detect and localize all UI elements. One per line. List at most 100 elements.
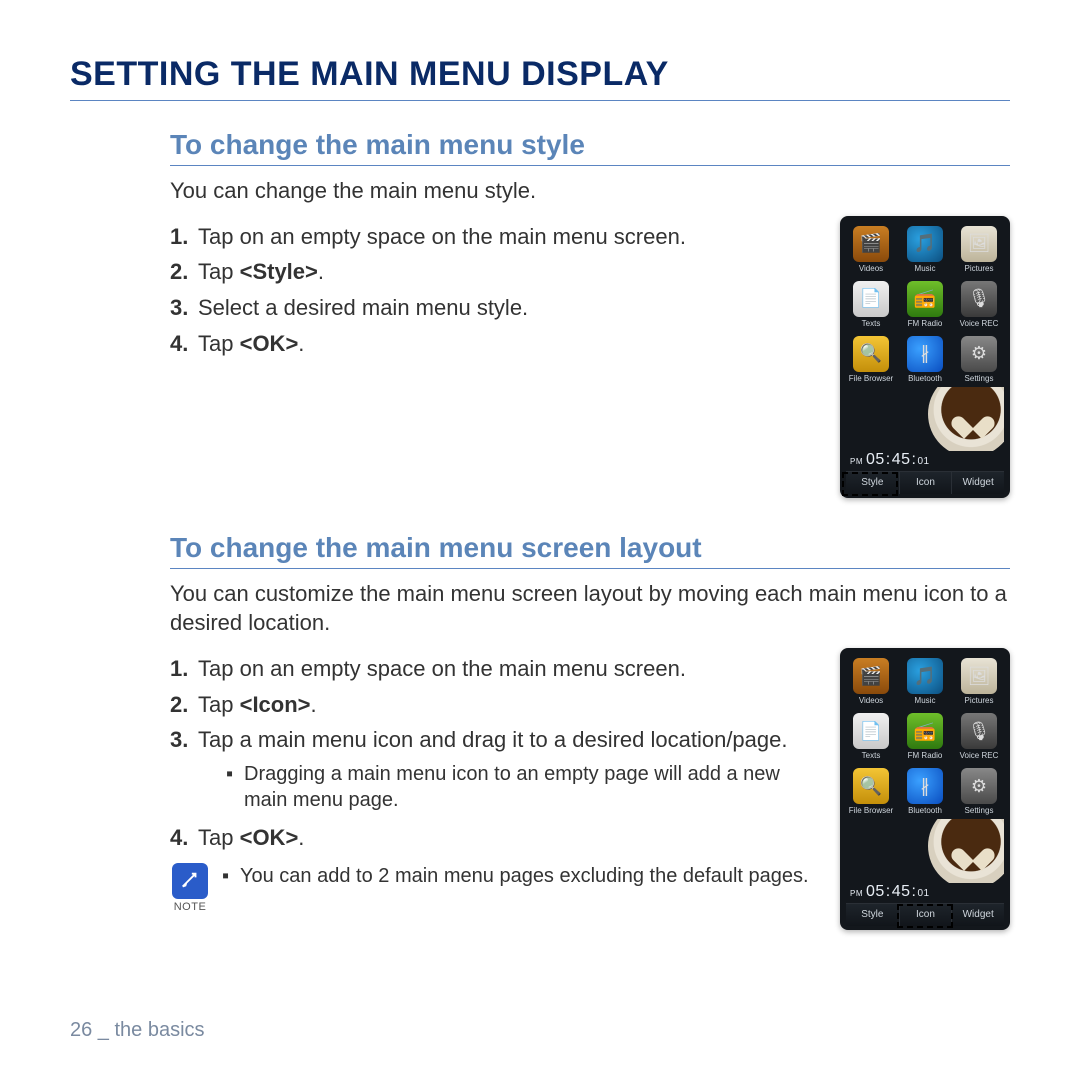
app-label: Bluetooth <box>908 806 942 815</box>
app-fmradio[interactable]: 📻 FM Radio <box>900 711 950 762</box>
section2-intro: You can customize the main menu screen l… <box>170 579 1010 638</box>
page-title: SETTING THE MAIN MENU DISPLAY <box>70 55 1010 101</box>
section2-step3-sub: Dragging a main menu icon to an empty pa… <box>226 761 816 813</box>
clock-ampm: PM <box>850 889 863 898</box>
section1-steps: Tap on an empty space on the main menu s… <box>170 222 816 359</box>
app-settings[interactable]: ⚙Settings <box>954 334 1004 385</box>
app-pictures[interactable]: 🖼 Pictures <box>954 224 1004 275</box>
app-label: Bluetooth <box>908 374 942 383</box>
app-label: FM Radio <box>908 319 943 328</box>
tab-widget[interactable]: Widget <box>951 904 1004 926</box>
section1-row: Tap on an empty space on the main menu s… <box>170 216 1010 498</box>
tab-icon[interactable]: Icon <box>899 472 952 494</box>
section1-text: Tap on an empty space on the main menu s… <box>170 216 816 365</box>
app-settings[interactable]: ⚙Settings <box>954 766 1004 817</box>
app-voicerec[interactable]: 🎙Voice REC <box>954 279 1004 330</box>
app-videos[interactable]: 🎬Videos <box>846 656 896 707</box>
app-fmradio[interactable]: 📻FM Radio <box>900 279 950 330</box>
device-mock-style: 🎬 Videos 🎵 Music 🖼 Pictures 📄 Texts 📻FM Radi… <box>840 216 1010 498</box>
videos-icon: 🎬 <box>853 226 889 262</box>
footer-sep: _ <box>92 1019 114 1041</box>
note-badge: NOTE <box>170 863 210 913</box>
section2-heading: To change the main menu screen layout <box>170 532 1010 569</box>
filebrowser-icon: 🔍 <box>853 768 889 804</box>
device-grid: 🎬Videos 🎵 Music 🖼Pictures 📄Texts 📻 FM Radi… <box>846 656 1004 817</box>
device-grid: 🎬 Videos 🎵 Music 🖼 Pictures 📄 Texts 📻FM Radi… <box>846 224 1004 385</box>
app-label: File Browser <box>849 374 893 383</box>
heart-icon <box>960 407 986 431</box>
app-videos[interactable]: 🎬 Videos <box>846 224 896 275</box>
app-voicerec[interactable]: 🎙Voice REC <box>954 711 1004 762</box>
tab-style[interactable]: Style <box>846 472 899 494</box>
app-label: Videos <box>859 264 883 273</box>
device-tabs: Style Icon Widget <box>846 903 1004 926</box>
device-clock: PM 05:45:01 <box>846 883 1004 903</box>
content-area: To change the main menu style You can ch… <box>70 129 1010 930</box>
step-text: Tap <box>198 331 240 356</box>
app-label: Music <box>915 696 936 705</box>
section1-step4: Tap <OK>. <box>170 329 816 359</box>
app-label: Texts <box>862 319 881 328</box>
app-label: FM Radio <box>908 751 943 760</box>
clock-ss: 01 <box>918 456 930 467</box>
tab-style[interactable]: Style <box>846 904 899 926</box>
section2-row: Tap on an empty space on the main menu s… <box>170 648 1010 930</box>
footer-page-number: 26 <box>70 1019 92 1041</box>
music-icon: 🎵 <box>907 658 943 694</box>
wallpaper-coffee <box>846 387 1004 451</box>
footer-section: the basics <box>115 1019 205 1041</box>
step-text: . <box>298 331 304 356</box>
step-text: . <box>318 259 324 284</box>
step-text: Tap <box>198 825 240 850</box>
clock-ss: 01 <box>918 888 930 899</box>
texts-icon: 📄 <box>853 281 889 317</box>
note-icon <box>172 863 208 899</box>
app-filebrowser[interactable]: 🔍File Browser <box>846 334 896 385</box>
app-label: Music <box>915 264 936 273</box>
section2-step2: Tap <Icon>. <box>170 690 816 720</box>
tab-widget[interactable]: Widget <box>951 472 1004 494</box>
step-bold: <OK> <box>240 331 299 356</box>
app-label: File Browser <box>849 806 893 815</box>
app-pictures[interactable]: 🖼Pictures <box>954 656 1004 707</box>
wallpaper-coffee <box>846 819 1004 883</box>
section2-steps: Tap on an empty space on the main menu s… <box>170 654 816 853</box>
app-bluetooth[interactable]: ∦ Bluetooth <box>900 766 950 817</box>
device-tabs: Style Icon Widget <box>846 471 1004 494</box>
bluetooth-icon: ∦ <box>907 768 943 804</box>
section2-step4: Tap <OK>. <box>170 823 816 853</box>
section2-text: Tap on an empty space on the main menu s… <box>170 648 816 913</box>
texts-icon: 📄 <box>853 713 889 749</box>
page-footer: 26 _ the basics <box>70 1019 205 1042</box>
settings-icon: ⚙ <box>961 768 997 804</box>
clock-mm: 45 <box>892 451 911 469</box>
app-label: Pictures <box>965 264 994 273</box>
step-text: Tap a main menu icon and drag it to a de… <box>198 727 788 752</box>
app-texts[interactable]: 📄 Texts <box>846 279 896 330</box>
music-icon: 🎵 <box>907 226 943 262</box>
pictures-icon: 🖼 <box>961 226 997 262</box>
clock-hh: 05 <box>866 451 885 469</box>
app-music[interactable]: 🎵 Music <box>900 656 950 707</box>
step-bold: <OK> <box>240 825 299 850</box>
note-text: You can add to 2 main menu pages excludi… <box>222 863 809 889</box>
app-texts[interactable]: 📄Texts <box>846 711 896 762</box>
step-bold: <Icon> <box>240 692 311 717</box>
settings-icon: ⚙ <box>961 336 997 372</box>
section1-step3: Select a desired main menu style. <box>170 293 816 323</box>
section2-step3: Tap a main menu icon and drag it to a de… <box>170 725 816 813</box>
fmradio-icon: 📻 <box>907 713 943 749</box>
app-filebrowser[interactable]: 🔍 File Browser <box>846 766 896 817</box>
app-label: Voice REC <box>960 319 999 328</box>
step-text: Tap <box>198 692 240 717</box>
app-label: Voice REC <box>960 751 999 760</box>
clock-mm: 45 <box>892 883 911 901</box>
tab-icon[interactable]: Icon <box>899 904 952 926</box>
app-bluetooth[interactable]: ∦Bluetooth <box>900 334 950 385</box>
section1-step1: Tap on an empty space on the main menu s… <box>170 222 816 252</box>
step-text: . <box>298 825 304 850</box>
app-music[interactable]: 🎵 Music <box>900 224 950 275</box>
app-label: Pictures <box>965 696 994 705</box>
app-label: Videos <box>859 696 883 705</box>
note-label: NOTE <box>174 901 207 913</box>
